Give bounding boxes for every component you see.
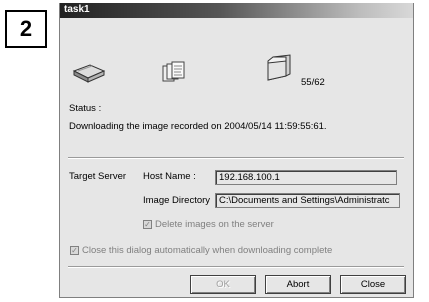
delete-images-label: Delete images on the server (155, 219, 274, 230)
separator-top (68, 157, 404, 159)
auto-close-label: Close this dialog automatically when dow… (82, 245, 333, 256)
folder-icon (267, 54, 291, 81)
step-number-badge: 2 (5, 10, 47, 48)
separator-bottom (68, 266, 404, 268)
auto-close-checkbox[interactable]: ✓ (70, 246, 79, 255)
camera-device-icon (72, 64, 106, 83)
host-name-field[interactable]: 192.168.100.1 (215, 170, 397, 185)
image-directory-field[interactable]: C:\Documents and Settings\Administratc (215, 193, 400, 208)
window-title: task1 (64, 4, 90, 15)
abort-button[interactable]: Abort (265, 275, 331, 294)
host-name-label: Host Name : (143, 171, 196, 182)
close-button[interactable]: Close (340, 275, 406, 294)
status-label: Status : (69, 103, 102, 114)
ok-button[interactable]: OK (190, 275, 256, 294)
delete-images-option[interactable]: ✓ Delete images on the server (143, 219, 274, 230)
delete-images-checkbox[interactable]: ✓ (143, 220, 152, 229)
status-message: Downloading the image recorded on 2004/0… (69, 121, 327, 132)
download-dialog: task1 55/62 Status : Downloading the ima… (59, 3, 414, 298)
auto-close-option[interactable]: ✓ Close this dialog automatically when d… (70, 245, 332, 256)
image-directory-label: Image Directory (143, 195, 211, 206)
target-server-label: Target Server (69, 171, 127, 182)
progress-counter: 55/62 (301, 77, 325, 88)
title-bar[interactable]: task1 (60, 3, 413, 18)
transfer-pages-icon (162, 61, 185, 82)
